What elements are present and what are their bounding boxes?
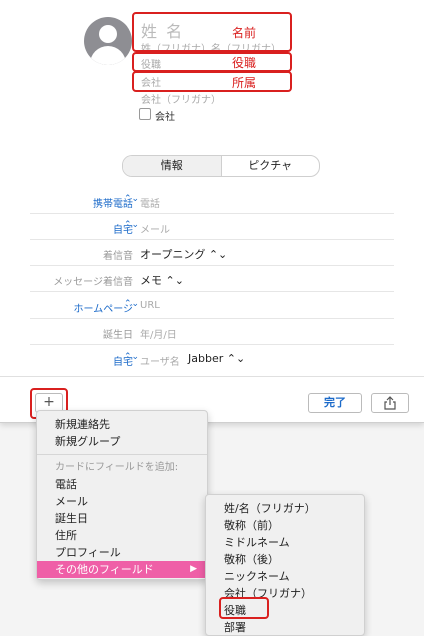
add-menu: 新規連絡先 新規グループ カードにフィールドを追加: 電話 メール 誕生日 住所… (36, 410, 208, 580)
company-kana-field[interactable]: 会社（フリガナ） (141, 91, 221, 106)
bottom-divider (0, 376, 424, 377)
menu-item-email[interactable]: メール (37, 493, 207, 510)
menu-header-add-field: カードにフィールドを追加: (55, 462, 179, 473)
field-row-ringtone: 着信音 オープニング ⌃⌄ (0, 240, 424, 266)
avatar-body (90, 46, 126, 65)
done-button[interactable]: 完了 (308, 393, 362, 413)
submenu-item[interactable]: 敬称（後） (206, 551, 364, 568)
submenu-item[interactable]: ミドルネーム (206, 534, 364, 551)
field-value[interactable]: メール (140, 221, 170, 236)
annotation-title-box (132, 52, 292, 72)
tab-info[interactable]: 情報 (123, 156, 222, 176)
field-row-mobile: 携帯電話 ⌃⌄ 電話 (0, 188, 424, 214)
avatar-head (99, 25, 117, 43)
chevron-updown-icon[interactable]: ⌃⌄ (124, 299, 139, 309)
menu-item-other-fields[interactable]: その他のフィールド ▶ (37, 561, 207, 578)
submenu-item[interactable]: 部署 (206, 619, 364, 636)
field-label: 誕生日 (103, 330, 133, 341)
chevron-updown-icon[interactable]: ⌃⌄ (124, 352, 139, 362)
field-value[interactable]: 電話 (140, 195, 160, 210)
field-row-email: 自宅 ⌃⌄ メール (0, 214, 424, 240)
menu-item-address[interactable]: 住所 (37, 527, 207, 544)
annotation-title-label: 役職 (232, 56, 257, 70)
field-label: 着信音 (103, 251, 133, 262)
menu-item-other-fields-label: その他のフィールド (55, 563, 154, 576)
annotation-company-box (132, 71, 292, 92)
menu-item-profile[interactable]: プロフィール (37, 544, 207, 561)
ringtone-select[interactable]: オープニング ⌃⌄ (140, 246, 227, 262)
field-row-jabber: 自宅 ⌃⌄ ユーザ名 Jabber ⌃⌄ (0, 346, 424, 372)
field-row-birthday: 誕生日 年/月/日 (0, 319, 424, 345)
menu-item-new-group[interactable]: 新規グループ (37, 433, 207, 450)
annotation-name-label: 名前 (232, 26, 257, 40)
field-value[interactable]: 年/月/日 (140, 326, 177, 341)
field-row-homepage: ホームページ ⌃⌄ URL (0, 293, 424, 319)
field-value[interactable]: URL (140, 300, 160, 311)
submenu-item[interactable]: 姓/名（フリガナ） (206, 500, 364, 517)
company-checkbox[interactable] (139, 108, 151, 120)
submenu-arrow-icon: ▶ (190, 564, 197, 574)
submenu-item[interactable]: 敬称（前） (206, 517, 364, 534)
menu-item-new-contact[interactable]: 新規連絡先 (37, 416, 207, 433)
share-icon (384, 396, 396, 410)
field-label: メッセージ着信音 (53, 277, 133, 288)
menu-separator (37, 454, 207, 455)
share-button[interactable] (371, 393, 409, 413)
company-checkbox-label: 会社 (155, 112, 175, 123)
divider (30, 344, 394, 345)
menu-item-birthday[interactable]: 誕生日 (37, 510, 207, 527)
chevron-updown-icon[interactable]: ⌃⌄ (124, 220, 139, 230)
avatar[interactable] (84, 17, 132, 65)
annotation-name-box (132, 12, 292, 52)
annotation-title-item-box (219, 597, 269, 619)
tab-picture[interactable]: ピクチャ (222, 156, 320, 176)
segmented-control: 情報 ピクチャ (122, 155, 320, 177)
field-row-text-tone: メッセージ着信音 メモ ⌃⌄ (0, 266, 424, 292)
submenu-item[interactable]: ニックネーム (206, 568, 364, 585)
annotation-company-label: 所属 (232, 76, 257, 90)
chevron-updown-icon[interactable]: ⌃⌄ (124, 194, 139, 204)
divider (30, 291, 394, 292)
menu-item-phone[interactable]: 電話 (37, 476, 207, 493)
im-service-select[interactable]: Jabber ⌃⌄ (188, 352, 245, 365)
contact-card-window: 姓 名 姓（フリガナ）名（フリガナ） 役職 会社 会社（フリガナ） 名前 役職 … (0, 0, 424, 423)
username-field[interactable]: ユーザ名 (140, 353, 180, 368)
text-tone-select[interactable]: メモ ⌃⌄ (140, 272, 184, 288)
